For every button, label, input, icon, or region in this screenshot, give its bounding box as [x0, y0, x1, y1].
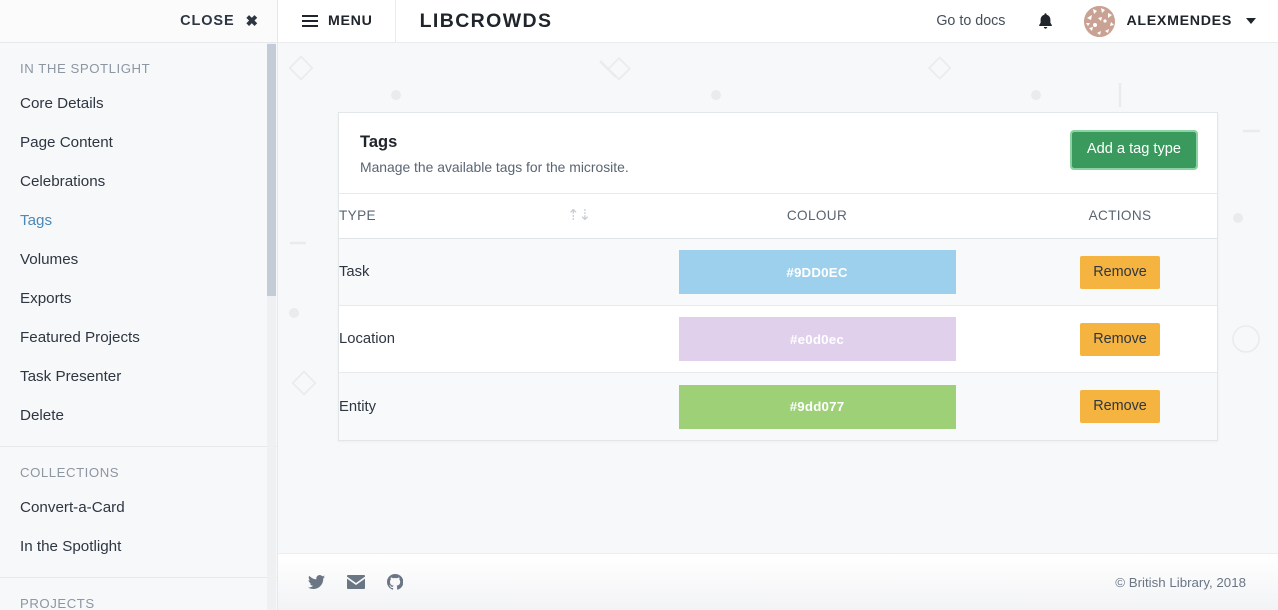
notification-bell-icon[interactable]: [1021, 12, 1070, 30]
sidebar-item-delete[interactable]: Delete: [0, 396, 277, 435]
sidebar-item-task-presenter[interactable]: Task Presenter: [0, 357, 277, 396]
sidebar-header: CLOSE ✖: [0, 0, 277, 43]
github-icon[interactable]: [387, 574, 403, 590]
sidebar-section-label: COLLECTIONS: [0, 447, 277, 488]
tags-card-header: Tags Manage the available tags for the m…: [339, 113, 1217, 194]
top-navbar: MENU LIBCROWDS Go to docs: [278, 0, 1278, 43]
sidebar-item-volumes[interactable]: Volumes: [0, 240, 277, 279]
app-root: CLOSE ✖ IN THE SPOTLIGHTCore DetailsPage…: [0, 0, 1278, 610]
content-area: Tags Manage the available tags for the m…: [278, 43, 1278, 553]
tags-table: TYPE ⇡⇣ COLOUR ACTIONS Task #9DD0EC Remove…: [339, 194, 1217, 440]
user-name-label: ALEXMENDES: [1126, 13, 1232, 29]
sidebar: CLOSE ✖ IN THE SPOTLIGHTCore DetailsPage…: [0, 0, 278, 610]
column-header-colour: COLOUR: [611, 194, 1023, 239]
copyright-text: © British Library, 2018: [1115, 575, 1246, 590]
sidebar-item-featured-projects[interactable]: Featured Projects: [0, 318, 277, 357]
brand-logo[interactable]: LIBCROWDS: [396, 10, 553, 33]
page-title: Tags: [360, 132, 629, 153]
hamburger-icon: [302, 15, 318, 27]
tags-card: Tags Manage the available tags for the m…: [338, 112, 1218, 441]
add-tag-type-button[interactable]: Add a tag type: [1072, 132, 1196, 168]
cell-tag-type: Task: [339, 239, 611, 306]
remove-tag-button[interactable]: Remove: [1080, 390, 1160, 423]
cell-actions: Remove: [1023, 239, 1217, 306]
sidebar-item-in-the-spotlight[interactable]: In the Spotlight: [0, 527, 277, 566]
colour-swatch[interactable]: #e0d0ec: [679, 317, 956, 361]
cell-tag-colour: #9dd077: [611, 373, 1023, 440]
tags-table-body: Task#9DD0ECRemoveLocation#e0d0ecRemoveEn…: [339, 239, 1217, 440]
column-header-type-label: TYPE: [339, 208, 376, 223]
sidebar-scrollbar-track[interactable]: [267, 43, 276, 610]
chevron-down-icon: [1246, 18, 1256, 24]
colour-swatch[interactable]: #9dd077: [679, 385, 956, 429]
main-column: MENU LIBCROWDS Go to docs: [278, 0, 1278, 610]
table-row: Location #e0d0ec Remove: [339, 306, 1217, 373]
sidebar-item-convert-a-card[interactable]: Convert-a-Card: [0, 488, 277, 527]
menu-label: MENU: [328, 13, 373, 29]
close-sidebar-button[interactable]: CLOSE ✖: [180, 13, 259, 29]
sidebar-scrollbar-thumb[interactable]: [267, 44, 276, 296]
cell-tag-type: Entity: [339, 373, 611, 440]
cell-tag-type: Location: [339, 306, 611, 373]
cell-tag-colour: #e0d0ec: [611, 306, 1023, 373]
sort-updown-icon[interactable]: ⇡⇣: [567, 206, 590, 224]
cell-actions: Remove: [1023, 306, 1217, 373]
tags-table-head: TYPE ⇡⇣ COLOUR ACTIONS: [339, 194, 1217, 239]
sidebar-section-label: IN THE SPOTLIGHT: [0, 43, 277, 84]
social-links: [308, 574, 403, 590]
user-menu[interactable]: ALEXMENDES: [1070, 6, 1256, 37]
sidebar-item-celebrations[interactable]: Celebrations: [0, 162, 277, 201]
sidebar-section-label: PROJECTS: [0, 578, 277, 610]
column-header-actions: ACTIONS: [1023, 194, 1217, 239]
sidebar-item-tags[interactable]: Tags: [0, 201, 277, 240]
cell-actions: Remove: [1023, 373, 1217, 440]
table-header-row: TYPE ⇡⇣ COLOUR ACTIONS: [339, 194, 1217, 239]
close-x-icon: ✖: [246, 14, 259, 29]
remove-tag-button[interactable]: Remove: [1080, 323, 1160, 356]
menu-button[interactable]: MENU: [278, 0, 396, 43]
colour-swatch[interactable]: #9DD0EC: [679, 250, 956, 294]
sidebar-item-page-content[interactable]: Page Content: [0, 123, 277, 162]
tags-card-titles: Tags Manage the available tags for the m…: [360, 132, 629, 175]
sidebar-item-core-details[interactable]: Core Details: [0, 84, 277, 123]
table-row: Task #9DD0EC Remove: [339, 239, 1217, 306]
user-avatar: [1084, 6, 1115, 37]
navbar-right: Go to docs: [920, 6, 1278, 37]
page-subtitle: Manage the available tags for the micros…: [360, 159, 629, 175]
column-header-type[interactable]: TYPE ⇡⇣: [339, 194, 611, 239]
sidebar-nav: IN THE SPOTLIGHTCore DetailsPage Content…: [0, 43, 277, 610]
table-row: Entity #9dd077 Remove: [339, 373, 1217, 440]
close-sidebar-label: CLOSE: [180, 13, 234, 29]
page-footer: © British Library, 2018: [278, 553, 1278, 610]
docs-link[interactable]: Go to docs: [920, 13, 1021, 29]
cell-tag-colour: #9DD0EC: [611, 239, 1023, 306]
remove-tag-button[interactable]: Remove: [1080, 256, 1160, 289]
sidebar-item-exports[interactable]: Exports: [0, 279, 277, 318]
envelope-icon[interactable]: [347, 575, 365, 589]
twitter-icon[interactable]: [308, 575, 325, 590]
